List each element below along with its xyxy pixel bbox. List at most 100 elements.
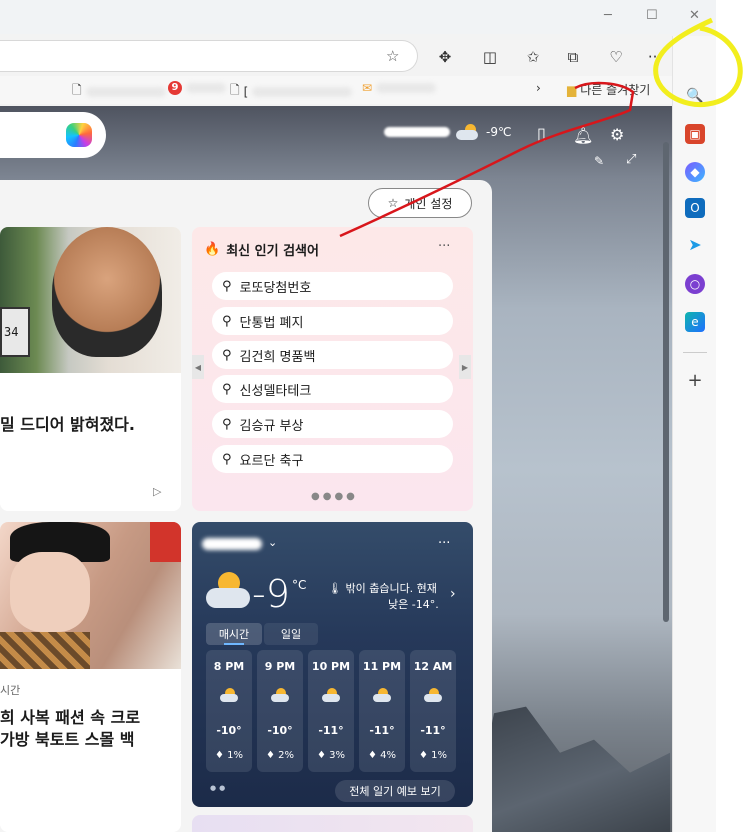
trending-item[interactable]: ⚲ 김승규 부상	[212, 410, 453, 438]
trending-item[interactable]: ⚲ 요르단 축구	[212, 445, 453, 473]
bookmark-3[interactable]: 🗋[	[230, 81, 353, 102]
fire-icon: 🔥	[204, 242, 221, 257]
circle-app-icon[interactable]: ○	[685, 274, 705, 294]
close-icon[interactable]: ✕	[689, 8, 700, 23]
location-blurred	[202, 538, 262, 550]
news-card-2[interactable]: 시간 희 사복 패션 속 크로 가방 북토트 스몰 백	[0, 522, 181, 832]
partly-cloudy-icon	[271, 688, 289, 702]
more-options-icon[interactable]: ···	[438, 536, 450, 551]
bookmark-2[interactable]: 9	[168, 81, 226, 95]
notification-bell-icon[interactable]: 🔔︎	[573, 126, 593, 145]
carousel-next-chevron-icon[interactable]: ▶	[459, 355, 471, 379]
search-icon: ⚲	[222, 313, 232, 329]
trending-item[interactable]: ⚲ 신성델타테크	[212, 375, 453, 403]
page-icon: 🗋	[230, 83, 240, 97]
tab-daily[interactable]: 일일	[264, 623, 318, 645]
add-icon[interactable]: +	[685, 370, 705, 391]
trending-item[interactable]: ⚲ 단통법 폐지	[212, 307, 453, 335]
summary-chevron-right-icon[interactable]: ›	[450, 586, 456, 602]
hourly-forecast-item[interactable]: 10 PM -11° ♦ 3%	[308, 650, 354, 772]
address-bar[interactable]: ☆	[0, 40, 418, 72]
favorite-star-icon[interactable]: ☆	[386, 47, 399, 65]
edit-background-icon[interactable]: ✎	[594, 154, 604, 168]
location-blurred	[384, 127, 450, 137]
bookmarks-overflow-chevron-icon[interactable]: ›	[536, 81, 541, 95]
trending-searches-card: 🔥 최신 인기 검색어 ··· ⚲ 로또당첨번호 ⚲ 단통법 폐지 ⚲ 김건희 명품백…	[192, 227, 473, 511]
personalize-button[interactable]: ☆ 개인 설정	[368, 188, 472, 218]
weather-summary-line1: 🌡︎ 밖이 춥습니다. 현재	[328, 582, 437, 595]
page-scrollbar[interactable]	[662, 112, 670, 832]
trending-title: 🔥 최신 인기 검색어	[204, 242, 319, 259]
hourly-forecast-item[interactable]: 12 AM -11° ♦ 1%	[410, 650, 456, 772]
mail-icon: ✉	[362, 81, 373, 95]
news-card-1[interactable]: 34 밀 드디어 밝혀졌다. ▷	[0, 227, 181, 511]
scrollbar-thumb[interactable]	[663, 142, 669, 622]
trending-item[interactable]: ⚲ 로또당첨번호	[212, 272, 453, 300]
carousel-prev-chevron-icon[interactable]: ◀	[192, 355, 204, 379]
more-menu-icon[interactable]: ···	[644, 46, 666, 68]
send-icon[interactable]: ➤	[685, 234, 705, 254]
red-badge-icon: 9	[168, 81, 182, 95]
search-icon: ⚲	[222, 451, 232, 467]
carousel-dots[interactable]: ●●●●	[311, 491, 358, 502]
copilot-logo-icon[interactable]	[66, 123, 92, 147]
partly-cloudy-icon	[456, 124, 480, 140]
trending-item[interactable]: ⚲ 김건희 명품백	[212, 341, 453, 369]
edge-drop-icon[interactable]: e	[685, 312, 705, 332]
sidebar-divider	[683, 352, 707, 353]
browser-essentials-icon[interactable]: ♡	[605, 46, 627, 68]
star-icon: ☆	[387, 196, 399, 210]
window-edge	[716, 0, 743, 832]
news-image-2[interactable]	[0, 522, 181, 669]
title-bar: ─ ☐ ✕	[0, 0, 716, 34]
header-weather[interactable]: -9℃	[384, 124, 511, 140]
edge-sidebar: 🔍 ▣ ◆ O ➤ ○ e +	[672, 36, 716, 832]
partly-cloudy-icon	[424, 688, 442, 702]
bookmark-4[interactable]: ✉	[362, 81, 437, 95]
partly-cloudy-icon	[373, 688, 391, 702]
bookmarks-bar: 🗋 9 🗋[ ✉ › ▆ 다른 즐겨찾기	[0, 76, 672, 104]
collections-icon[interactable]: ⧉	[562, 46, 584, 68]
carousel-dots[interactable]: ●●	[210, 784, 228, 792]
search-icon: ⚲	[222, 347, 232, 363]
hourly-forecast-item[interactable]: 9 PM -10° ♦ 2%	[257, 650, 303, 772]
more-options-icon[interactable]: ···	[438, 239, 450, 254]
settings-gear-icon[interactable]: ⚙	[610, 125, 624, 144]
favorites-icon[interactable]: ✩	[522, 46, 544, 68]
search-icon: ⚲	[222, 278, 232, 294]
news-headline-2a[interactable]: 희 사복 패션 속 크로	[0, 704, 140, 728]
news-headline-2b[interactable]: 가방 북토트 스몰 백	[0, 726, 134, 750]
precip-drop-icon: ♦ 3%	[316, 750, 346, 761]
news-image-1[interactable]: 34	[0, 227, 181, 373]
tools-icon[interactable]: ▣	[685, 124, 705, 144]
weather-card[interactable]: ⌄ ··· -9 °C 🌡︎ 밖이 춥습니다. 현재 낮은 -14°. › 매시…	[192, 522, 473, 807]
copilot-sidebar-icon[interactable]: ◆	[685, 162, 705, 182]
full-forecast-button[interactable]: 전체 일기 예보 보기	[335, 780, 455, 802]
tab-hourly[interactable]: 매시간	[206, 623, 262, 645]
partly-cloudy-icon	[322, 688, 340, 702]
hourly-forecast-item[interactable]: 8 PM -10° ♦ 1%	[206, 650, 252, 772]
minimize-icon[interactable]: ─	[604, 8, 612, 23]
next-card-peek[interactable]	[192, 815, 473, 832]
outlook-icon[interactable]: O	[685, 198, 705, 218]
precip-drop-icon: ♦ 1%	[418, 750, 448, 761]
news-meta: 시간	[0, 684, 21, 697]
bookmark-1[interactable]: 🗋	[72, 81, 166, 102]
hourly-forecast-item[interactable]: 11 PM -11° ♦ 4%	[359, 650, 405, 772]
expand-icon[interactable]: ⤢	[626, 152, 636, 167]
phone-icon[interactable]: ▯	[537, 124, 546, 143]
location-chevron-down-icon[interactable]: ⌄	[268, 536, 277, 549]
search-icon[interactable]: 🔍	[685, 86, 705, 106]
search-icon: ⚲	[222, 416, 232, 432]
maximize-icon[interactable]: ☐	[646, 8, 658, 23]
precip-drop-icon: ♦ 1%	[214, 750, 244, 761]
extensions-icon[interactable]: ✥	[434, 46, 456, 68]
other-favorites[interactable]: ▆ 다른 즐겨찾기	[567, 81, 650, 98]
weather-summary-line2: 낮은 -14°.	[388, 598, 439, 611]
news-headline-1[interactable]: 밀 드디어 밝혀졌다.	[0, 411, 135, 435]
weather-temp: -9	[252, 572, 290, 616]
folder-icon: ▆	[567, 82, 577, 97]
split-screen-icon[interactable]: ◫	[479, 46, 501, 68]
ad-choices-icon[interactable]: ▷	[153, 485, 161, 498]
weather-unit: °C	[292, 578, 307, 592]
